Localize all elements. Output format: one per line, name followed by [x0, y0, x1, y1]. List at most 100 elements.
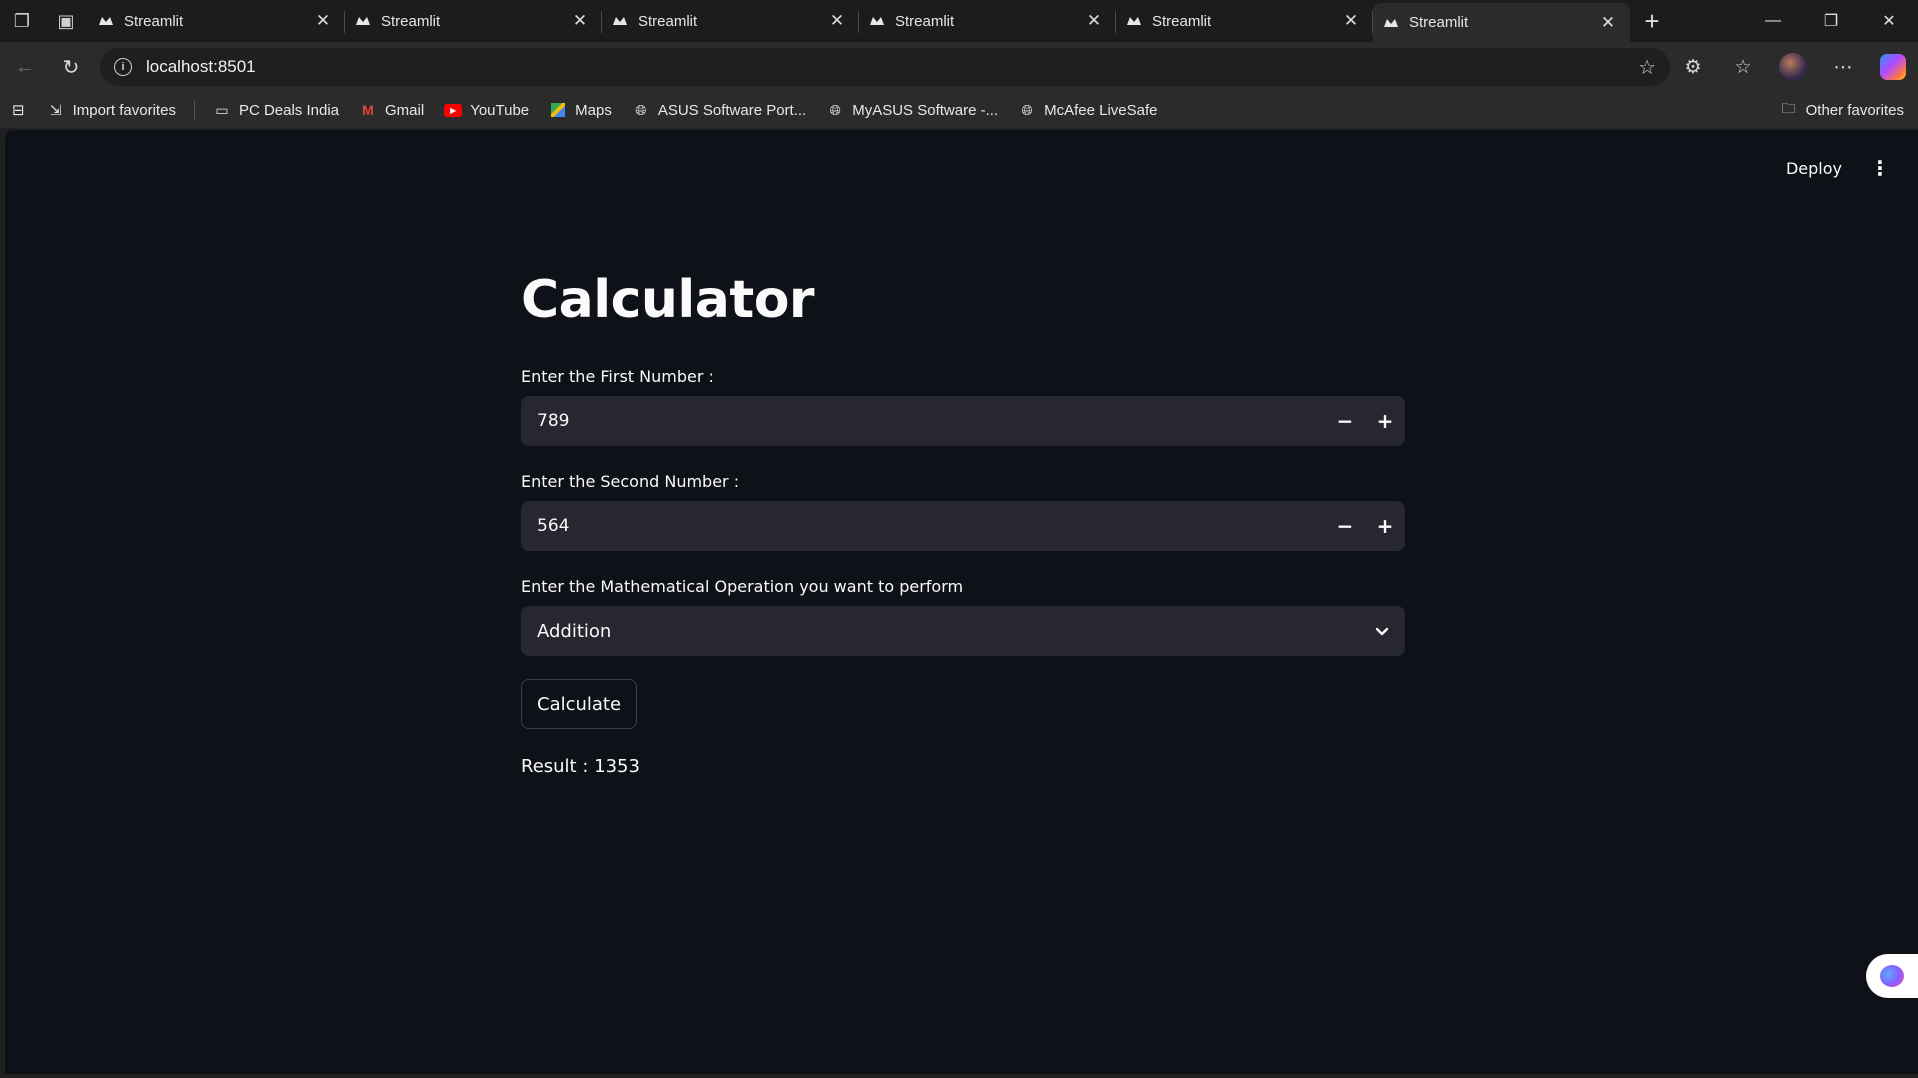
tab-strip: ❐ ▣ Streamlit ✕ Streamlit ✕ Streamlit ✕ … — [0, 0, 1918, 42]
import-icon: ⇲ — [49, 101, 62, 118]
browser-tab[interactable]: Streamlit ✕ — [602, 3, 859, 39]
browser-tab[interactable]: Streamlit ✕ — [88, 3, 345, 39]
other-favorites-label: Other favorites — [1805, 101, 1904, 119]
browser-tab[interactable]: Streamlit ✕ — [1116, 3, 1373, 39]
address-bar[interactable]: i localhost:8501 ☆ — [100, 48, 1670, 86]
app-header: Deploy ⋮ — [1774, 152, 1896, 184]
result-text: Result : 1353 — [521, 756, 640, 777]
folder-icon: 🗀 — [1781, 100, 1796, 116]
site-info-icon[interactable]: i — [114, 58, 132, 76]
tab-title: Streamlit — [895, 12, 955, 30]
calculate-button[interactable]: Calculate — [521, 679, 638, 729]
favorite-label: Import favorites — [72, 101, 176, 119]
favorite-label: ASUS Software Port... — [657, 101, 807, 119]
globe-icon: 🌐︎ — [635, 101, 647, 118]
copilot-icon — [1880, 54, 1906, 80]
assistant-button[interactable] — [1866, 954, 1918, 998]
streamlit-favicon-icon — [612, 13, 628, 29]
vertical-tabs-icon[interactable]: ▣ — [44, 0, 88, 42]
favorite-asus-software[interactable]: 🌐︎ ASUS Software Port... — [622, 95, 816, 125]
decrement-icon[interactable]: − — [1325, 501, 1365, 551]
close-window-icon[interactable]: ✕ — [1860, 0, 1918, 42]
workspaces-icon[interactable]: ❐ — [0, 0, 44, 42]
second-number-value[interactable]: 564 — [537, 516, 1325, 536]
favorite-star-icon[interactable]: ☆ — [1638, 55, 1656, 80]
favorite-label: McAfee LiveSafe — [1044, 101, 1158, 119]
close-tab-icon[interactable]: ✕ — [1598, 13, 1618, 33]
streamlit-favicon-icon — [1383, 15, 1399, 31]
maps-icon — [549, 102, 567, 118]
page-title: Calculator — [521, 270, 815, 330]
browser-tab[interactable]: Streamlit ✕ — [859, 3, 1116, 39]
operation-select[interactable]: Addition — [521, 606, 1405, 656]
favorite-label: Gmail — [385, 101, 425, 119]
extensions-icon[interactable]: ⚙ — [1668, 42, 1718, 92]
streamlit-favicon-icon — [355, 13, 371, 29]
favorite-gmail[interactable]: M Gmail — [349, 95, 434, 125]
favorite-label: MyASUS Software -... — [852, 101, 999, 119]
streamlit-favicon-icon — [869, 13, 885, 29]
increment-icon[interactable]: + — [1365, 396, 1405, 446]
streamlit-favicon-icon — [1126, 13, 1142, 29]
minimize-icon[interactable]: — — [1744, 0, 1802, 42]
favorite-pc-deals[interactable]: ▭ PC Deals India — [203, 95, 349, 125]
favorite-maps[interactable]: Maps — [539, 95, 622, 125]
close-tab-icon[interactable]: ✕ — [1084, 11, 1104, 31]
close-tab-icon[interactable]: ✕ — [1341, 11, 1361, 31]
window-controls: — ❐ ✕ — [1744, 0, 1918, 42]
tabs: Streamlit ✕ Streamlit ✕ Streamlit ✕ Stre… — [88, 0, 1630, 42]
deals-icon: ▭ — [215, 101, 229, 118]
tab-title: Streamlit — [638, 12, 698, 30]
gmail-icon: M — [362, 102, 374, 118]
first-number-input[interactable]: 789 − + — [521, 396, 1405, 446]
back-arrow-icon[interactable]: ← — [2, 47, 48, 87]
restore-icon[interactable]: ❐ — [1802, 0, 1860, 42]
browser-tab-active[interactable]: Streamlit ✕ — [1373, 3, 1630, 42]
favorite-label: PC Deals India — [238, 101, 340, 119]
youtube-icon: ▶ — [444, 102, 463, 118]
tab-title: Streamlit — [1409, 14, 1469, 31]
decrement-icon[interactable]: − — [1325, 396, 1365, 446]
close-tab-icon[interactable]: ✕ — [313, 11, 333, 31]
url-text[interactable]: localhost:8501 — [146, 57, 1638, 77]
refresh-icon[interactable]: ↻ — [48, 47, 94, 87]
avatar — [1779, 53, 1807, 81]
first-number-value[interactable]: 789 — [537, 411, 1325, 431]
copilot-button[interactable] — [1868, 42, 1918, 92]
browser-toolbar: ← ↻ i localhost:8501 ☆ ⚙ ☆ ⋯ — [0, 42, 1918, 92]
tab-title: Streamlit — [381, 12, 441, 30]
globe-icon: 🌐︎ — [829, 101, 841, 118]
favorite-myasus[interactable]: 🌐︎ MyASUS Software -... — [816, 95, 1008, 125]
tab-title: Streamlit — [1152, 12, 1212, 30]
globe-icon: 🌐︎ — [1021, 101, 1033, 118]
favorite-label: Maps — [575, 101, 612, 119]
second-number-input[interactable]: 564 − + — [521, 501, 1405, 551]
favorite-youtube[interactable]: ▶ YouTube — [434, 95, 539, 125]
favorites-bar: ⊟ ⇲ Import favorites ▭ PC Deals India M … — [0, 92, 1918, 128]
chevron-down-icon — [1375, 622, 1389, 641]
first-number-label: Enter the First Number : — [521, 367, 714, 386]
divider — [193, 100, 195, 120]
new-tab-button[interactable]: + — [1630, 3, 1674, 39]
deploy-button[interactable]: Deploy — [1774, 153, 1854, 184]
profile-button[interactable] — [1768, 42, 1818, 92]
close-tab-icon[interactable]: ✕ — [827, 11, 847, 31]
tab-title: Streamlit — [124, 12, 184, 30]
favorite-mcafee[interactable]: 🌐︎ McAfee LiveSafe — [1008, 95, 1167, 125]
other-favorites[interactable]: 🗀 Other favorites — [1770, 95, 1914, 125]
favorite-label: YouTube — [470, 101, 530, 119]
second-number-label: Enter the Second Number : — [521, 472, 740, 491]
favorites-icon[interactable]: ☆ — [1718, 42, 1768, 92]
brain-icon — [1880, 965, 1904, 987]
browser-tab[interactable]: Streamlit ✕ — [345, 3, 602, 39]
operation-label: Enter the Mathematical Operation you wan… — [521, 577, 964, 596]
close-tab-icon[interactable]: ✕ — [570, 11, 590, 31]
more-options-icon[interactable]: ⋯ — [1818, 42, 1868, 92]
browser-window: ❐ ▣ Streamlit ✕ Streamlit ✕ Streamlit ✕ … — [0, 0, 1918, 1078]
increment-icon[interactable]: + — [1365, 501, 1405, 551]
favorites-menu-icon[interactable]: ⊟ — [0, 95, 37, 125]
toolbar-right: ⚙ ☆ ⋯ — [1668, 42, 1918, 92]
main-menu-icon[interactable]: ⋮ — [1864, 152, 1896, 184]
favorite-import[interactable]: ⇲ Import favorites — [37, 95, 186, 125]
operation-selected-value: Addition — [537, 620, 612, 642]
